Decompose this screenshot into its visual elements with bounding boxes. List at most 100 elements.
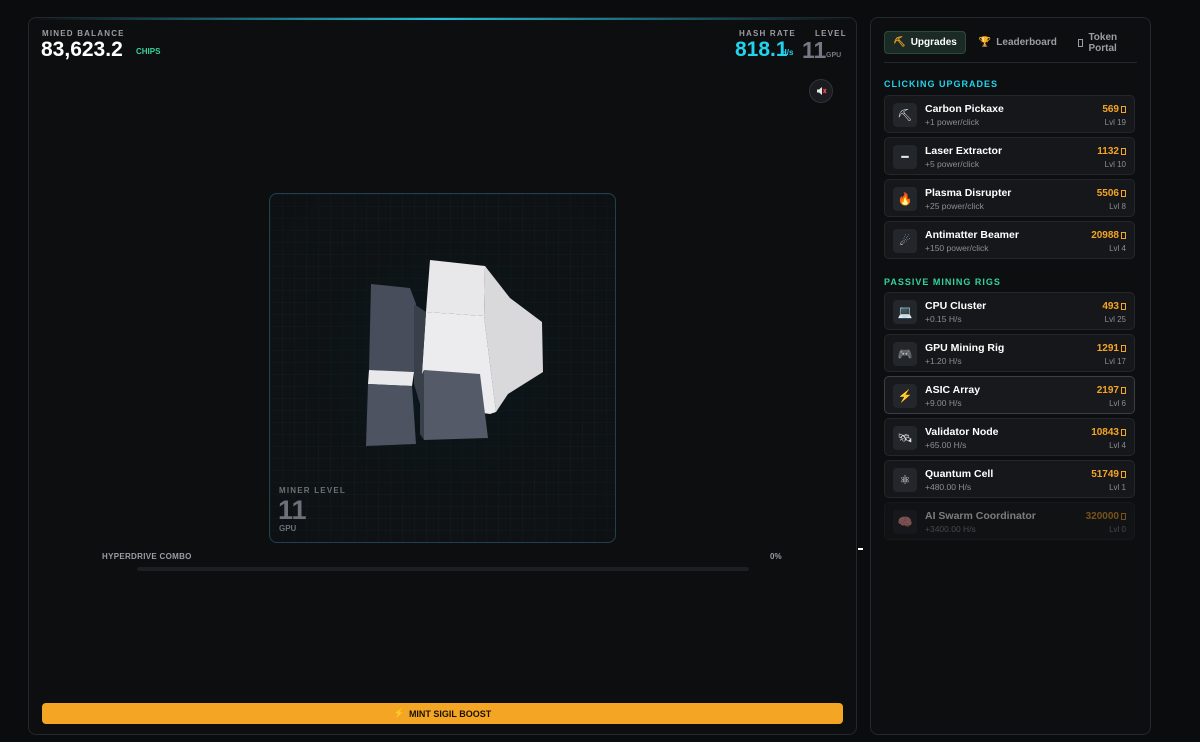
hash-rate-unit: H/s [781, 48, 794, 57]
coin-icon [1121, 387, 1126, 394]
tab-token-portal-label: Token Portal [1088, 31, 1118, 54]
balance-unit: CHIPS [136, 47, 161, 56]
tab-leaderboard[interactable]: 🏆 Leaderboard [971, 31, 1065, 54]
brain-icon: 🧠 [893, 510, 917, 534]
page-scrollbar[interactable] [1187, 0, 1200, 742]
upgrade-cost-group: 493 [1102, 301, 1126, 312]
upgrade-name: Validator Node [925, 426, 999, 438]
upgrade-card[interactable]: 💻 CPU Cluster +0.15 H/s 493 Lvl 25 [884, 292, 1135, 330]
upgrade-name: Plasma Disrupter [925, 187, 1012, 199]
upgrade-description: +3400.00 H/s [925, 524, 976, 534]
mint-boost-button[interactable]: ⚡ MINT SIGIL BOOST [42, 703, 843, 724]
upgrade-cost: 569 [1102, 104, 1119, 115]
coin-icon [1121, 190, 1126, 197]
upgrade-name: Carbon Pickaxe [925, 103, 1004, 115]
atom-icon: ⚛ [893, 468, 917, 492]
upgrade-cost-group: 1291 [1097, 343, 1126, 354]
lightning-icon: ⚡ [893, 384, 917, 408]
upgrade-level: Lvl 25 [1104, 315, 1126, 324]
passive-rigs-title: PASSIVE MINING RIGS [884, 277, 1001, 287]
upgrade-cost-group: 2197 [1097, 385, 1126, 396]
upgrade-card[interactable]: 🛰 Validator Node +65.00 H/s 10843 Lvl 4 [884, 418, 1135, 456]
miner-level-value: 11 [278, 495, 307, 525]
upgrade-name: GPU Mining Rig [925, 342, 1005, 354]
upgrade-level: Lvl 0 [1109, 525, 1126, 534]
upgrade-card[interactable]: ☄ Antimatter Beamer +150 power/click 20988 L… [884, 221, 1135, 259]
mute-button[interactable] [809, 79, 833, 103]
gamepad-icon: 🎮 [893, 342, 917, 366]
upgrade-description: +480.00 H/s [925, 482, 972, 492]
upgrade-description: +1.20 H/s [925, 356, 962, 366]
upgrade-cost-group: 10843 [1091, 427, 1126, 438]
coin-icon [1121, 429, 1126, 436]
lightning-icon: ⚡ [393, 708, 405, 718]
pickaxe-icon: ⛏ [893, 37, 906, 48]
tab-upgrades[interactable]: ⛏ Upgrades [884, 31, 966, 54]
coin-icon [1121, 345, 1126, 352]
trophy-icon: 🏆 [978, 37, 992, 48]
laptop-icon: 💻 [893, 300, 917, 324]
coin-icon [1121, 303, 1126, 310]
upgrade-cost-group: 569 [1102, 104, 1126, 115]
combo-percent: 0% [770, 552, 782, 561]
upgrade-description: +150 power/click [925, 243, 989, 253]
upgrade-level: Lvl 8 [1109, 202, 1126, 211]
coin-icon [1121, 148, 1126, 155]
upgrade-name: Antimatter Beamer [925, 229, 1019, 241]
upgrade-cost-group: 320000 [1086, 511, 1126, 522]
upgrade-cost-group: 20988 [1091, 230, 1126, 241]
coin-icon [1121, 513, 1126, 520]
miner-level-label: MINER LEVEL [279, 486, 346, 495]
upgrade-card[interactable]: 🎮 GPU Mining Rig +1.20 H/s 1291 Lvl 17 [884, 334, 1135, 372]
upgrade-name: Laser Extractor [925, 145, 1003, 157]
balance-value: 83,623.2 [41, 38, 123, 61]
mining-panel: MINED BALANCE 83,623.2 CHIPS HASH RATE 8… [28, 17, 857, 735]
upgrade-card[interactable]: 🔥 Plasma Disrupter +25 power/click 5506 Lvl … [884, 179, 1135, 217]
upgrade-level: Lvl 6 [1109, 399, 1126, 408]
upgrade-card[interactable]: ━ Laser Extractor +5 power/click 1132 Lvl 10 [884, 137, 1135, 175]
upgrade-description: +9.00 H/s [925, 398, 962, 408]
upgrade-level: Lvl 4 [1109, 244, 1126, 253]
combo-label: HYPERDRIVE COMBO [102, 552, 192, 561]
coin-icon [1121, 232, 1126, 239]
upgrade-description: +25 power/click [925, 201, 984, 211]
upgrade-cost: 10843 [1091, 427, 1119, 438]
balance-label: MINED BALANCE [42, 29, 125, 38]
upgrade-description: +65.00 H/s [925, 440, 967, 450]
upgrade-cost: 5506 [1096, 188, 1119, 199]
upgrade-cost-group: 1132 [1097, 146, 1126, 157]
level-unit: GPU [826, 52, 842, 59]
upgrade-cost: 320000 [1085, 511, 1119, 522]
miner-stage[interactable]: MINER LEVEL 11 GPU [269, 193, 616, 543]
upgrade-cost: 1132 [1097, 146, 1119, 157]
upgrade-name: Quantum Cell [925, 468, 994, 480]
clicking-upgrades-title: CLICKING UPGRADES [884, 79, 999, 89]
coin-icon [1121, 471, 1126, 478]
speaker-muted-icon [817, 87, 827, 95]
upgrade-cost: 493 [1102, 301, 1119, 312]
laser-icon: ━ [893, 145, 917, 169]
upgrade-cost-group: 5506 [1097, 188, 1126, 199]
upgrade-card[interactable]: ⚡ ASIC Array +9.00 H/s 2197 Lvl 6 [884, 376, 1135, 414]
tab-token-portal[interactable]: Token Portal [1070, 31, 1150, 54]
tab-upgrades-label: Upgrades [910, 37, 957, 48]
upgrade-description: +1 power/click [925, 117, 980, 127]
combo-progress-bar [137, 567, 749, 571]
pickaxe-icon: ⛏ [893, 103, 917, 127]
upgrade-level: Lvl 17 [1104, 357, 1126, 366]
box-icon [1077, 38, 1084, 47]
upgrade-level: Lvl 4 [1109, 441, 1126, 450]
tab-divider [884, 62, 1137, 63]
upgrade-card[interactable]: 🧠 AI Swarm Coordinator +3400.00 H/s 320000 L… [884, 502, 1135, 540]
upgrade-name: AI Swarm Coordinator [925, 510, 1036, 522]
tab-bar: ⛏ Upgrades 🏆 Leaderboard Token Portal [884, 31, 1150, 54]
tab-leaderboard-label: Leaderboard [996, 37, 1057, 48]
upgrade-card[interactable]: ⛏ Carbon Pickaxe +1 power/click 569 Lvl 19 [884, 95, 1135, 133]
upgrade-cost: 20988 [1091, 230, 1119, 241]
upgrade-cost: 1291 [1096, 343, 1119, 354]
mint-boost-label: MINT SIGIL BOOST [408, 708, 492, 719]
upgrades-panel: ⛏ Upgrades 🏆 Leaderboard Token Portal CL… [870, 17, 1151, 735]
comet-icon: ☄ [893, 229, 917, 253]
upgrade-card[interactable]: ⚛ Quantum Cell +480.00 H/s 51749 Lvl 1 [884, 460, 1135, 498]
divider-mark [858, 548, 863, 550]
